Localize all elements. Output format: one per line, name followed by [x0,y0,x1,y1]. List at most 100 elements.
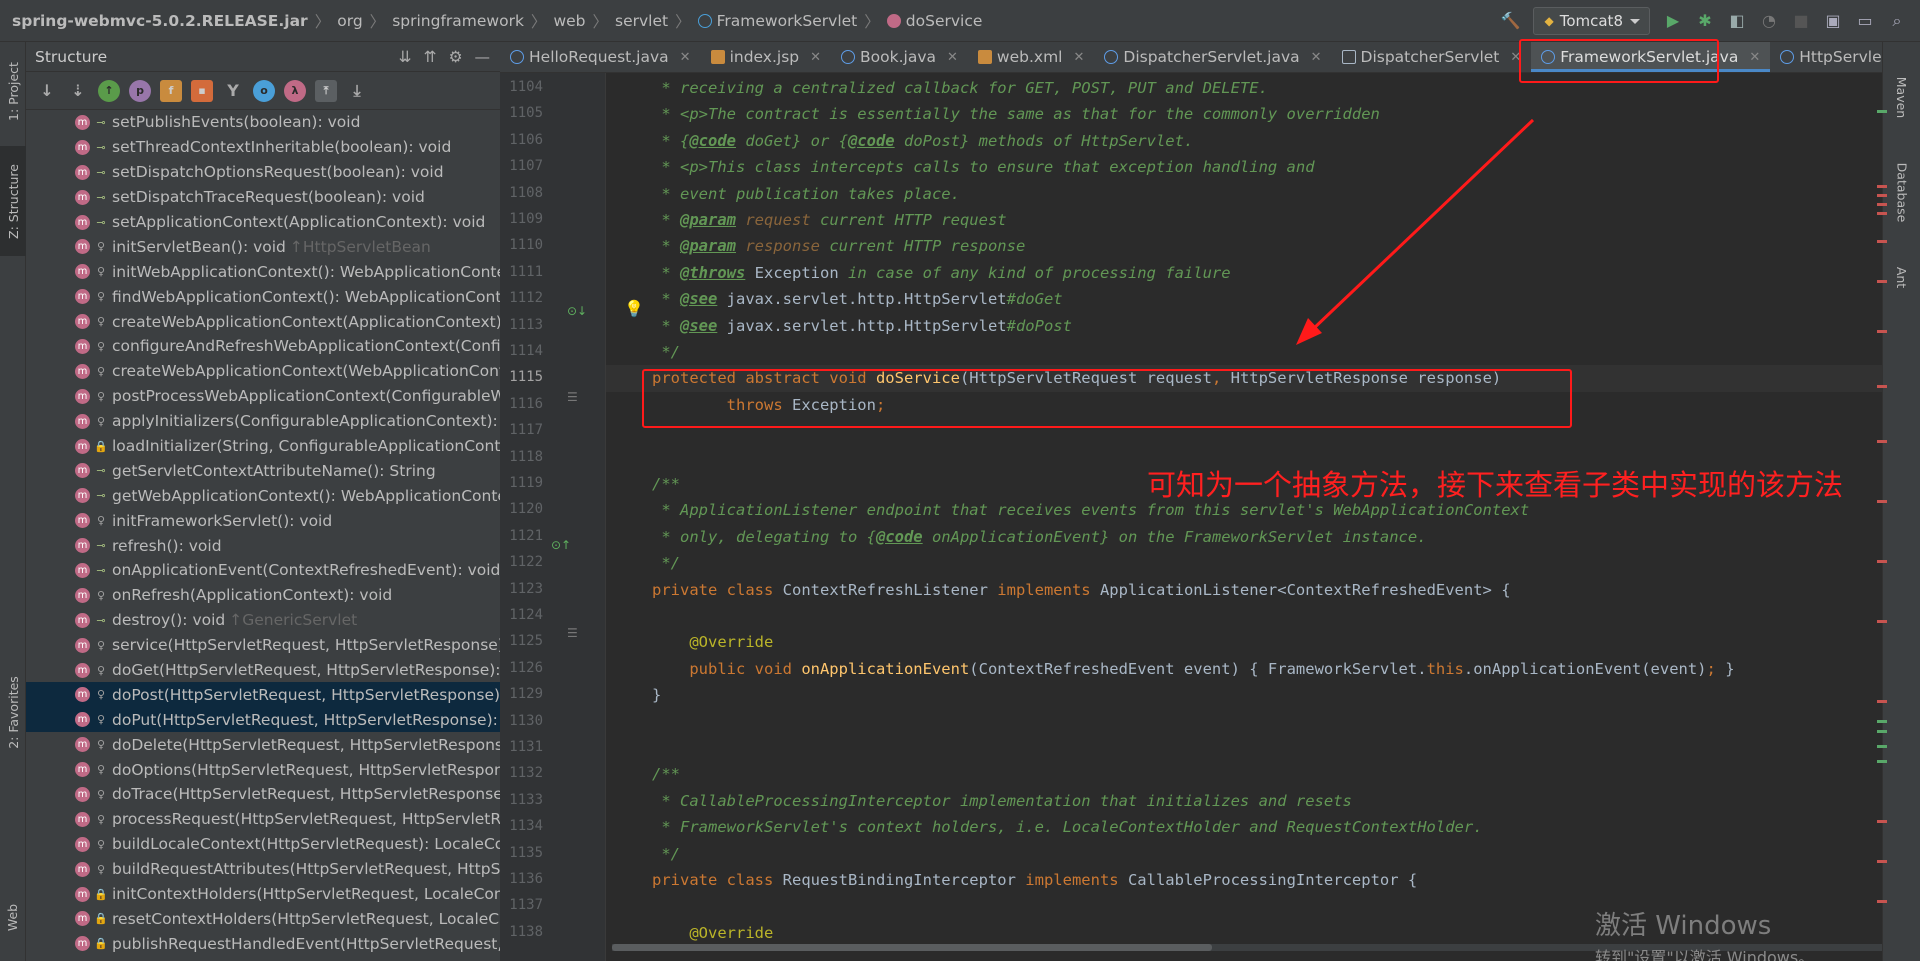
show-anonymous-icon[interactable]: Y [222,80,244,102]
run-icon[interactable]: ▶ [1664,11,1682,30]
structure-item[interactable]: m ♀ applyInitializers(ConfigurableApplicat… [26,409,500,434]
doc-render-icon[interactable]: ☰ [567,390,578,404]
editor-tab[interactable]: web.xml ✕ [968,42,1094,72]
error-stripe-mark[interactable] [1877,720,1887,723]
close-tab-icon[interactable]: ✕ [810,50,821,65]
structure-item[interactable]: m ♀ buildRequestAttributes(HttpServletRequ… [26,857,500,882]
structure-item[interactable]: m 🔒 loadInitializer(String, ConfigurableAp… [26,434,500,459]
error-stripe-mark[interactable] [1877,440,1887,443]
ant-tool-tab[interactable]: Ant [1889,242,1915,312]
editor-tab[interactable]: DispatcherServlet ✕ [1332,42,1532,72]
error-stripe-mark[interactable] [1877,203,1887,206]
maven-tool-tab[interactable]: Maven [1889,62,1915,132]
structure-item[interactable]: m ⊸ setDispatchTraceRequest(boolean): void [26,185,500,210]
error-stripe-mark[interactable] [1877,820,1887,823]
error-stripe-mark[interactable] [1877,700,1887,703]
editor-tab[interactable]: HttpServletBe [1770,42,1882,72]
intention-bulb-icon[interactable]: 💡 [624,299,644,318]
error-stripe-mark[interactable] [1877,745,1887,748]
code-editor[interactable]: * receiving a centralized callback for G… [606,73,1882,961]
close-tab-icon[interactable]: ✕ [680,50,691,65]
implemented-gutter-icon[interactable]: ⊙↓ [567,304,587,318]
error-stripe-mark[interactable] [1877,110,1887,113]
coverage-icon[interactable]: ◧ [1728,11,1746,30]
editor-tab[interactable]: index.jsp ✕ [701,42,831,72]
build-hammer-icon[interactable]: 🔨 [1501,11,1521,30]
structure-item[interactable]: m 🔒 resetContextHolders(HttpServletRequest… [26,907,500,932]
run-configuration-select[interactable]: ◆ Tomcat8 [1533,6,1650,35]
structure-item[interactable]: m ♀ initFrameworkServlet(): void [26,508,500,533]
error-stripe-mark[interactable] [1877,620,1887,623]
structure-item[interactable]: m ♀ onRefresh(ApplicationContext): void [26,583,500,608]
error-stripe-mark[interactable] [1877,760,1887,763]
structure-item[interactable]: m ♀ doOptions(HttpServletRequest, HttpServ… [26,757,500,782]
structure-item[interactable]: m ⊸ getWebApplicationContext(): WebApplica… [26,483,500,508]
structure-item[interactable]: m ⊸ setDispatchOptionsRequest(boolean): vo… [26,160,500,185]
structure-tool-tab[interactable]: Z: Structure [0,146,26,256]
show-inherited-icon[interactable]: ↑ [98,79,120,102]
structure-item[interactable]: m ♀ findWebApplicationContext(): WebApplic… [26,284,500,309]
structure-item[interactable]: m ♀ doTrace(HttpServletRequest, HttpServle… [26,782,500,807]
doc-render-icon[interactable]: ☰ [567,626,578,640]
structure-item[interactable]: m ♀ service(HttpServletRequest, HttpServle… [26,633,500,658]
error-stripe-mark[interactable] [1877,385,1887,388]
error-stripe-mark[interactable] [1877,280,1887,283]
stop-icon[interactable]: ■ [1792,11,1810,30]
structure-item[interactable]: m ♀ initServletBean(): void ↑HttpServletBea… [26,234,500,259]
breadcrumb-item[interactable]: doService [886,12,982,30]
structure-item[interactable]: m ⊸ destroy(): void ↑GenericServlet [26,608,500,633]
structure-item[interactable]: m ⊸ setPublishEvents(boolean): void [26,110,500,135]
editor-tab[interactable]: HelloRequest.java ✕ [500,42,701,72]
collapse-all-icon[interactable]: ⇈ [424,48,437,66]
show-non-public-icon[interactable]: ▪ [191,79,213,102]
show-lambdas-icon[interactable]: o [253,79,275,102]
breadcrumb-item[interactable]: springframework [392,12,524,30]
error-stripe-mark[interactable] [1877,730,1887,733]
sort-visibility-icon[interactable]: ⇣ [67,80,89,102]
error-stripe-mark[interactable] [1877,560,1887,563]
breadcrumb-item[interactable]: org [337,12,362,30]
error-stripe-mark[interactable] [1877,900,1887,903]
editor-tab[interactable]: Book.java ✕ [831,42,968,72]
structure-item[interactable]: m ♀ buildLocaleContext(HttpServletRequest)… [26,832,500,857]
show-lambda-icon[interactable]: λ [284,79,306,102]
structure-item[interactable]: m ♀ doDelete(HttpServletRequest, HttpServl… [26,732,500,757]
structure-item[interactable]: m 🔒 initContextHolders(HttpServletRequest,… [26,882,500,907]
error-stripe-mark[interactable] [1877,185,1887,188]
settings-gear-icon[interactable]: ⚙ [449,48,463,66]
structure-item[interactable]: m ♀ createWebApplicationContext(Applicatio… [26,309,500,334]
show-properties-icon[interactable]: p [129,79,151,102]
error-stripe-mark[interactable] [1877,240,1887,243]
structure-item[interactable]: m ⊸ refresh(): void [26,533,500,558]
error-stripe-mark[interactable] [1877,194,1887,197]
expand-all-icon[interactable]: ⇊ [399,48,412,66]
breadcrumb-item[interactable]: FrameworkServlet [697,12,857,30]
favorites-tool-tab[interactable]: 2: Favorites [0,662,26,762]
structure-item[interactable]: m ⊸ setThreadContextInheritable(boolean): … [26,135,500,160]
debug-icon[interactable]: ✱ [1696,11,1714,30]
close-tab-icon[interactable]: ✕ [1311,50,1322,65]
structure-item[interactable]: m ♀ doGet(HttpServletRequest, HttpServletR… [26,658,500,683]
structure-item[interactable]: m ⊸ getServletContextAttributeName(): Stri… [26,458,500,483]
project-tool-tab[interactable]: 1: Project [0,52,26,130]
structure-item[interactable]: m ⊸ onApplicationEvent(ContextRefreshedEve… [26,558,500,583]
structure-item[interactable]: m ♀ createWebApplicationContext(WebApplica… [26,359,500,384]
override-gutter-icon[interactable]: ⊙↑ [551,538,571,552]
breadcrumb-item[interactable]: spring-webmvc-5.0.2.RELEASE.jar [12,12,308,30]
scrollbar-thumb[interactable] [612,944,1212,951]
error-stripe-mark[interactable] [1877,330,1887,333]
error-stripe-mark[interactable] [1877,860,1887,863]
structure-item[interactable]: m ♀ processRequest(HttpServletRequest, Htt… [26,807,500,832]
structure-item[interactable]: m ♀ initWebApplicationContext(): WebApplic… [26,259,500,284]
structure-item[interactable]: m ♀ configureAndRefreshWebApplicationConte… [26,334,500,359]
close-tab-icon[interactable]: ✕ [1073,50,1084,65]
close-tab-icon[interactable]: ✕ [1749,50,1760,65]
show-fields-icon[interactable]: f [160,79,182,102]
structure-item[interactable]: m 🔒 publishRequestHandledEvent(HttpServlet… [26,931,500,956]
autoscroll-from-source-icon[interactable]: ⤓ [346,80,368,102]
structure-item[interactable]: m ♀ doPut(HttpServletRequest, HttpServletR… [26,707,500,733]
close-tab-icon[interactable]: ✕ [947,50,958,65]
breadcrumb-item[interactable]: servlet [615,12,668,30]
search-icon[interactable]: ⌕ [1888,11,1906,30]
structure-item[interactable]: m ⊸ setApplicationContext(ApplicationConte… [26,210,500,235]
